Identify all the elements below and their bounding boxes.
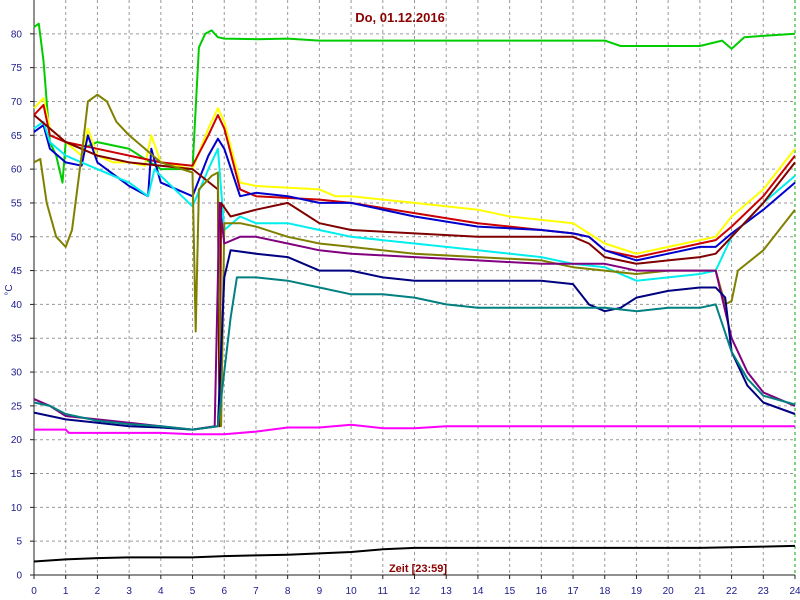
temperature-line-chart: 051015202530354045505560657075800 1 2 3 4 5 6 7…: [0, 0, 800, 600]
y-tick-label: 25: [11, 401, 23, 412]
y-tick-label: 60: [11, 165, 23, 176]
x-tick-label: 2: [95, 586, 101, 597]
chart-frame: 0 5 10 15 20 25 30 35 40 45 50 55 60 65 70 75 80 0 1 2 3 4 5 6 7…: [0, 0, 800, 600]
x-tick-label: 0: [31, 586, 37, 597]
x-tick-label: 8: [285, 586, 291, 597]
x-tick-label: 14: [472, 586, 484, 597]
y-tick-label: 15: [11, 469, 23, 480]
x-tick-label: 10: [346, 586, 358, 597]
y-tick-label: 5: [16, 537, 22, 548]
y-tick-label: 40: [11, 300, 23, 311]
y-tick-label: 80: [11, 29, 23, 40]
y-tick-label: 0: [16, 571, 22, 582]
x-tick-label: 9: [317, 586, 323, 597]
x-axis-label: Zeit [23:59]: [389, 563, 447, 575]
x-tick-label: 11: [378, 586, 389, 597]
y-tick-label: 55: [11, 198, 23, 209]
x-tick-label: 12: [409, 586, 421, 597]
x-tick-label: 24: [789, 586, 800, 597]
x-tick-label: 4: [158, 586, 164, 597]
x-tick-label: 21: [694, 586, 706, 597]
x-tick-label: 22: [726, 586, 738, 597]
x-tick-label: 15: [504, 586, 516, 597]
x-tick-label: 23: [758, 586, 770, 597]
x-tick-label: 19: [631, 586, 643, 597]
x-tick-label: 17: [567, 586, 579, 597]
x-tick-label: 6: [221, 586, 227, 597]
y-tick-label: 45: [11, 266, 23, 277]
x-tick-label: 18: [599, 586, 611, 597]
y-axis-label: °C: [4, 284, 15, 295]
y-tick-label: 35: [11, 334, 23, 345]
y-tick-label: 50: [11, 232, 23, 243]
x-tick-label: 16: [536, 586, 548, 597]
y-tick-label: 10: [11, 503, 23, 514]
y-tick-label: 20: [11, 435, 23, 446]
x-tick-label: 20: [663, 586, 675, 597]
y-tick-label: 70: [11, 97, 23, 108]
chart-title: Do, 01.12.2016: [355, 10, 445, 25]
x-tick-label: 13: [441, 586, 453, 597]
y-tick-label: 75: [11, 63, 23, 74]
chart-background: [0, 0, 800, 600]
x-tick-label: 7: [253, 586, 259, 597]
y-tick-label: 30: [11, 368, 23, 379]
x-tick-label: 5: [190, 586, 196, 597]
x-tick-label: 1: [63, 586, 69, 597]
y-tick-label: 65: [11, 131, 23, 142]
x-tick-label: 3: [126, 586, 132, 597]
